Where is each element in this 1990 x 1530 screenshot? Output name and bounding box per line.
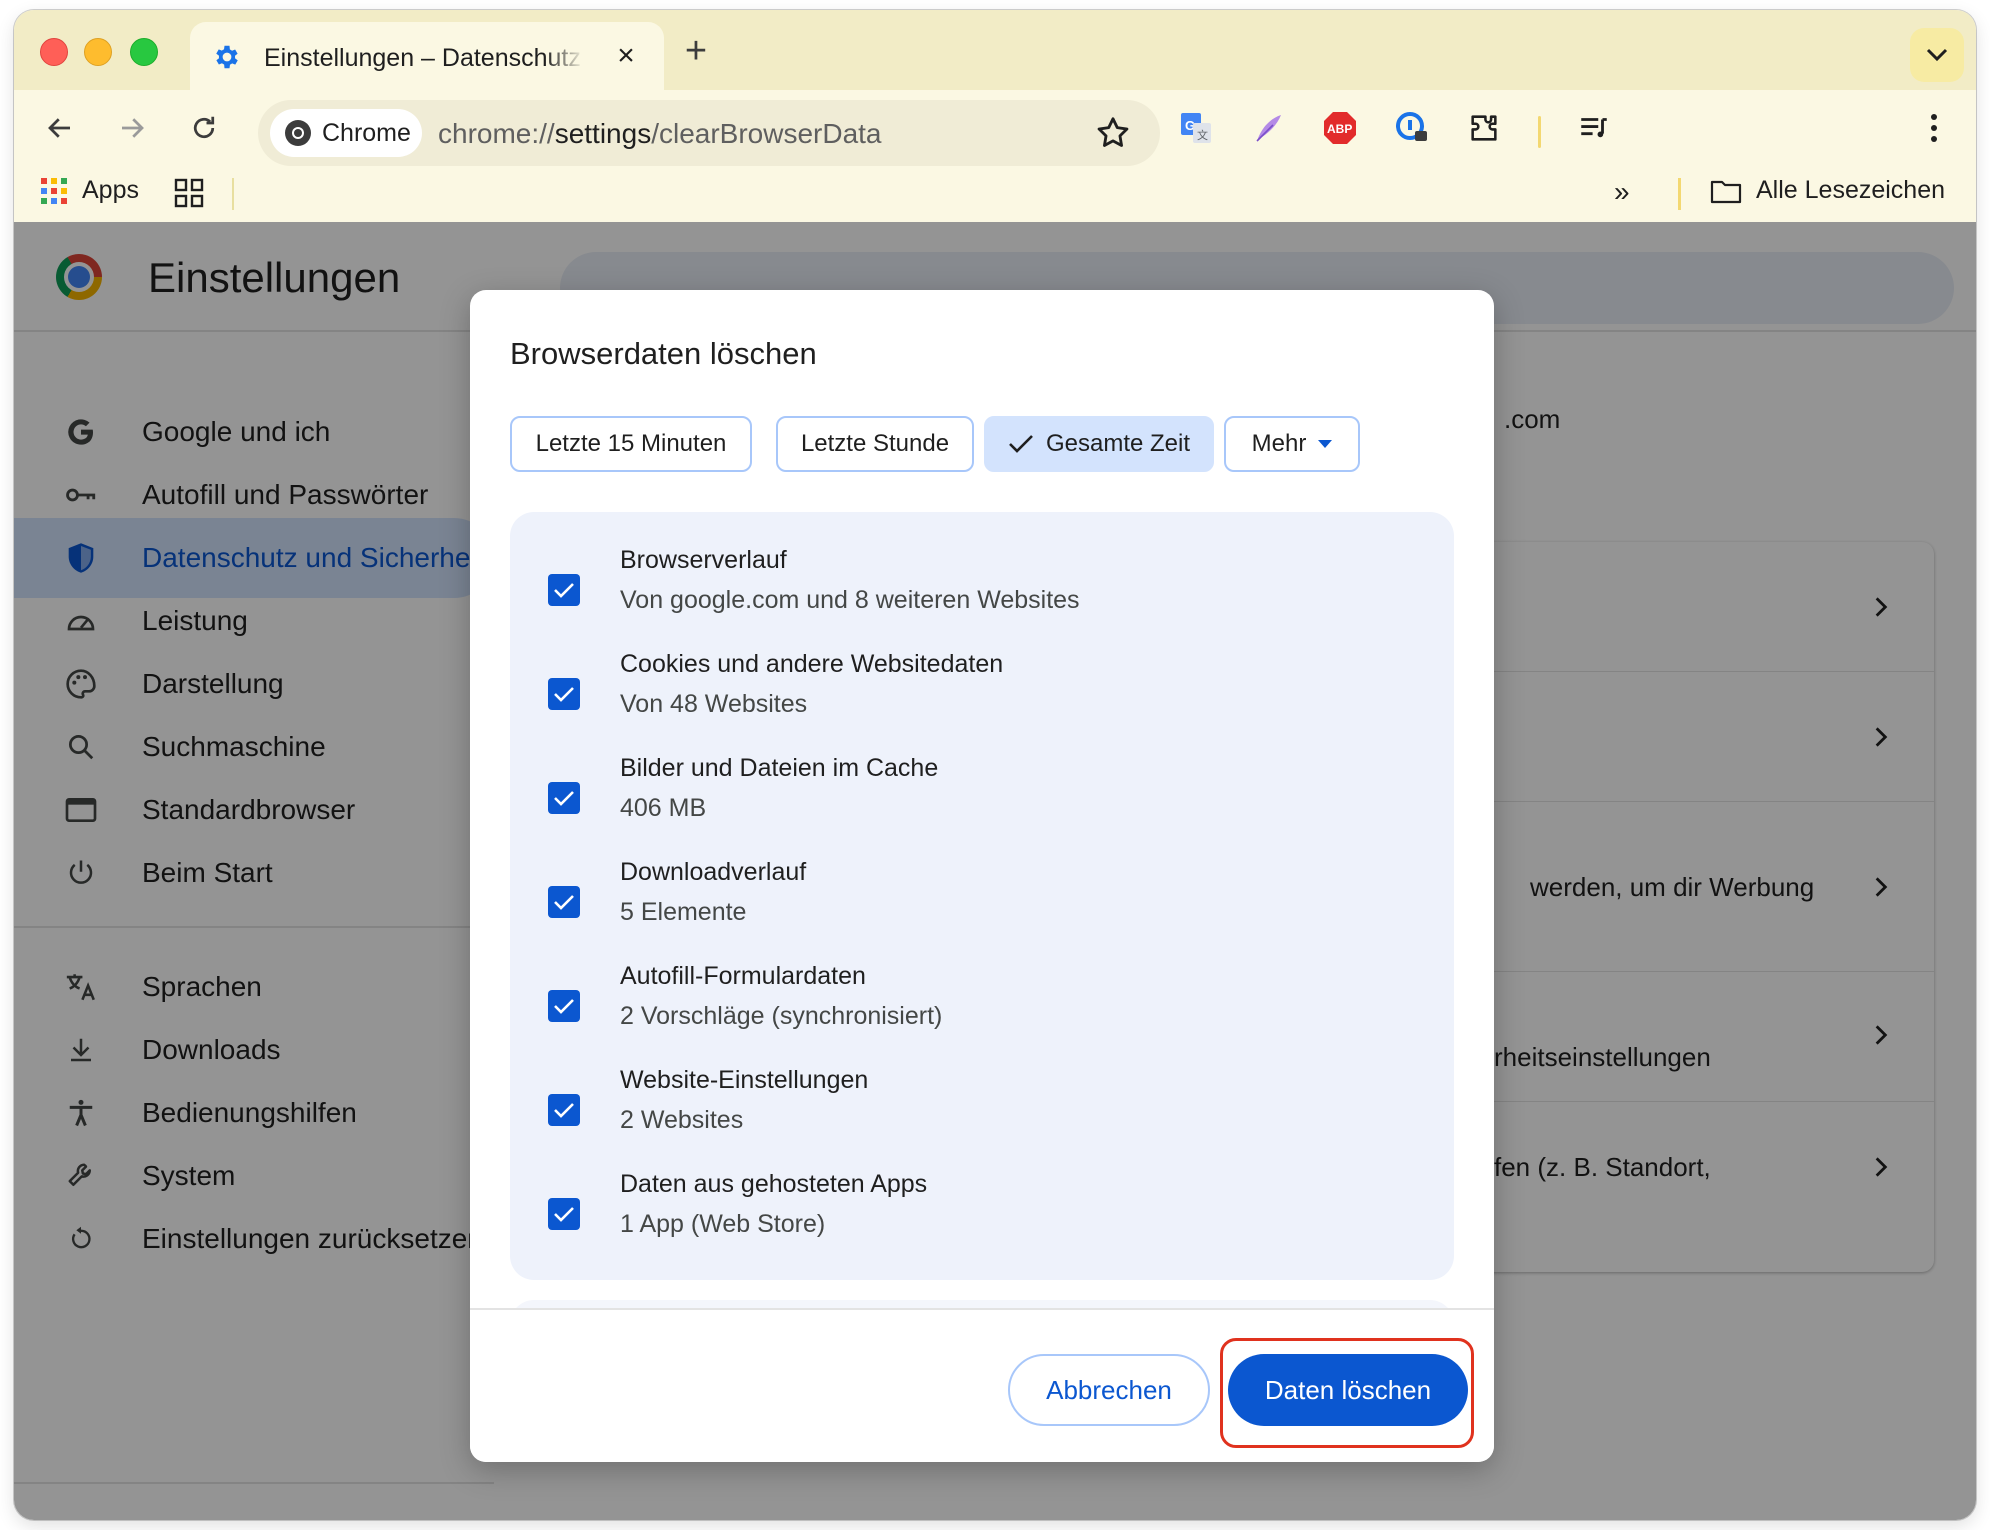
reload-button[interactable] [182,106,226,150]
password-manager-extension-icon[interactable] [1392,108,1432,148]
tab-settings[interactable]: Einstellungen – Datenschutz und Sicherhe… [190,22,664,90]
dialog-title: Browserdaten löschen [510,336,817,371]
time-range-all-time[interactable]: Gesamte Zeit [984,416,1214,472]
bookmarks-overflow-button[interactable]: » [1614,176,1630,208]
check-icon [554,583,574,598]
arrow-left-icon [48,118,70,138]
folder-icon [1710,180,1742,203]
checkbox-hosted-app-data[interactable] [548,1198,580,1230]
site-info-chip[interactable]: Chrome [270,109,422,157]
bookmark-star-icon[interactable] [1094,114,1132,152]
svg-text:文: 文 [1197,128,1208,142]
arrow-right-icon [122,118,144,138]
bookmark-separator [1678,178,1681,210]
close-window-button[interactable] [40,38,68,66]
translate-extension-icon[interactable]: G文 [1176,108,1216,148]
clear-browsing-data-dialog: Browserdaten löschen Letzte 15 Minuten L… [470,290,1494,1462]
chrome-logo-icon [285,120,311,146]
cancel-button[interactable]: Abbrechen [1008,1354,1210,1426]
all-bookmarks-label: Alle Lesezeichen [1756,176,1946,204]
checkbox-cache[interactable] [548,782,580,814]
url-text: chrome://settings/clearBrowserData [438,118,882,149]
list-item[interactable]: Bilder und Dateien im Cache 406 MB [510,730,1454,834]
all-bookmarks-button[interactable]: Alle Lesezeichen [1710,176,1945,205]
new-tab-button[interactable]: + [678,32,714,70]
clear-data-button-highlight [1220,1338,1474,1448]
adblock-extension-icon[interactable]: ABP [1320,108,1360,148]
checkbox-download-history[interactable] [548,886,580,918]
more-menu-icon[interactable] [1914,108,1954,148]
list-item[interactable]: Browserverlauf Von google.com und 8 weit… [510,522,1454,626]
check-icon [554,1103,574,1118]
gear-icon [216,45,238,69]
list-item[interactable]: Downloadverlauf 5 Elemente [510,834,1454,938]
site-chip-label: Chrome [322,118,411,147]
maximize-window-button[interactable] [130,38,158,66]
address-bar[interactable]: Chrome chrome://settings/clearBrowserDat… [258,100,1160,166]
time-range-last-hour[interactable]: Letzte Stunde [776,416,974,472]
toolbar-separator [1538,116,1541,148]
toolbar: Chrome chrome://settings/clearBrowserDat… [14,90,1976,166]
data-types-list: Browserverlauf Von google.com und 8 weit… [510,512,1454,1280]
checkbox-site-settings[interactable] [548,1094,580,1126]
close-tab-icon[interactable]: × [610,40,642,72]
check-icon [554,687,574,702]
forward-button[interactable] [110,106,154,150]
bookmark-apps[interactable]: Apps [40,176,139,205]
tab-strip: Einstellungen – Datenschutz und Sicherhe… [14,10,1976,90]
check-icon [554,791,574,806]
list-item[interactable]: Website-Einstellungen 2 Websites [510,1042,1454,1146]
time-range-15-minutes[interactable]: Letzte 15 Minuten [510,416,752,472]
feather-extension-icon[interactable] [1248,108,1288,148]
list-item[interactable]: Cookies und andere Websitedaten Von 48 W… [510,626,1454,730]
reload-icon [193,116,215,139]
tab-groups-icon[interactable] [174,178,204,213]
apps-grid-icon [41,177,67,204]
extensions-puzzle-icon[interactable] [1464,108,1504,148]
tab-search-button[interactable] [1910,28,1964,82]
list-item[interactable]: Autofill-Formulardaten 2 Vorschläge (syn… [510,938,1454,1042]
list-item[interactable]: Daten aus gehosteten Apps 1 App (Web Sto… [510,1146,1454,1250]
tab-title: Einstellungen – Datenschutz und Sicherhe… [264,44,584,72]
checkbox-browsing-history[interactable] [548,574,580,606]
bookmark-apps-label: Apps [82,176,139,204]
checkbox-autofill-form-data[interactable] [548,990,580,1022]
bookmark-separator [232,178,234,210]
check-icon [554,999,574,1014]
check-icon [554,1207,574,1222]
svg-text:ABP: ABP [1327,122,1352,136]
chevron-down-icon [1926,48,1948,62]
media-queue-icon[interactable] [1574,108,1614,148]
minimize-window-button[interactable] [84,38,112,66]
check-icon [1009,435,1033,453]
check-icon [554,895,574,910]
bookmarks-bar: Apps » Alle Lesezeichen [14,166,1976,222]
checkbox-cookies[interactable] [548,678,580,710]
caret-down-icon [1318,440,1333,448]
time-range-more-dropdown[interactable]: Mehr [1224,416,1360,472]
back-button[interactable] [38,106,82,150]
